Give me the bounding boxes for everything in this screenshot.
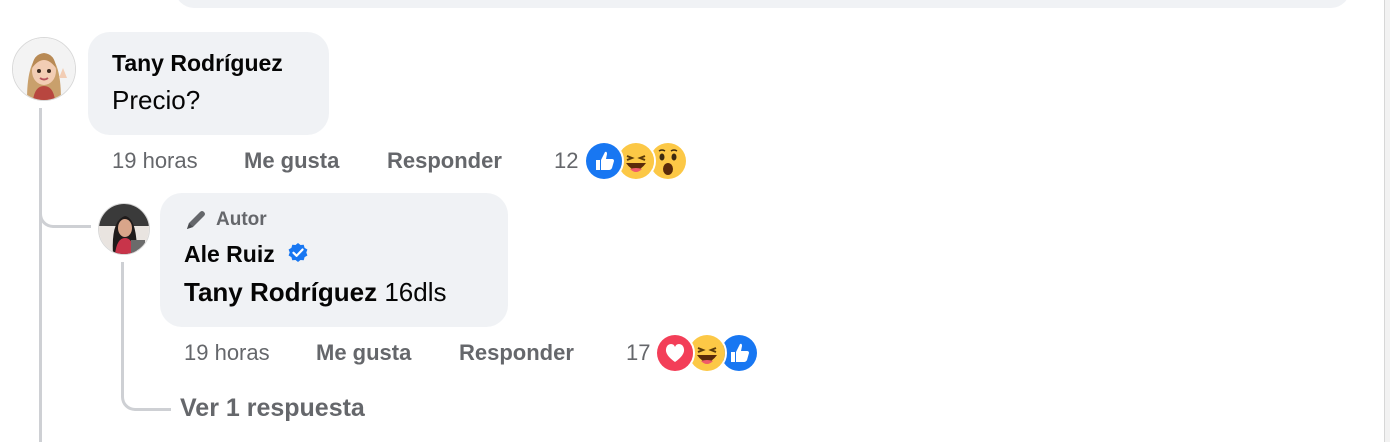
comment-timestamp[interactable]: 19 horas [112,148,198,174]
avatar[interactable] [98,203,150,255]
reply-timestamp[interactable]: 19 horas [184,340,270,366]
thread-line [39,108,42,442]
scrollbar[interactable] [1384,0,1390,442]
thread-line [121,262,124,382]
thread-connector [39,196,91,228]
previous-comment-bubble [175,0,1350,8]
reaction-count[interactable]: 12 [554,148,578,174]
thread-connector [121,375,171,411]
reply-author-name[interactable]: Ale Ruiz [184,241,275,267]
verified-badge-icon [288,243,308,262]
comment-author[interactable]: Tany Rodríguez [112,50,283,77]
reaction-count[interactable]: 17 [626,340,650,366]
reply-actions: 19 horas Me gusta Responder [184,340,624,370]
view-replies-link[interactable]: Ver 1 respuesta [180,394,365,423]
like-icon [584,141,624,181]
reply-author[interactable]: Ale Ruiz [184,241,309,268]
pencil-icon [187,211,205,229]
comment-text: Precio? [112,85,201,115]
reply-button[interactable]: Responder [387,148,502,174]
reply-text: Tany Rodríguez 16dls [184,277,446,308]
like-button[interactable]: Me gusta [316,340,411,366]
author-badge-label: Autor [216,209,267,230]
like-button[interactable]: Me gusta [244,148,339,174]
reply-message: 16dls [384,277,447,307]
comment-bubble [88,32,329,135]
comment-thread: Tany Rodríguez Precio? 19 horas Me gusta… [0,0,1390,442]
love-icon [655,333,695,373]
avatar[interactable] [12,37,76,101]
mention-link[interactable]: Tany Rodríguez [184,277,377,307]
reply-button[interactable]: Responder [459,340,574,366]
